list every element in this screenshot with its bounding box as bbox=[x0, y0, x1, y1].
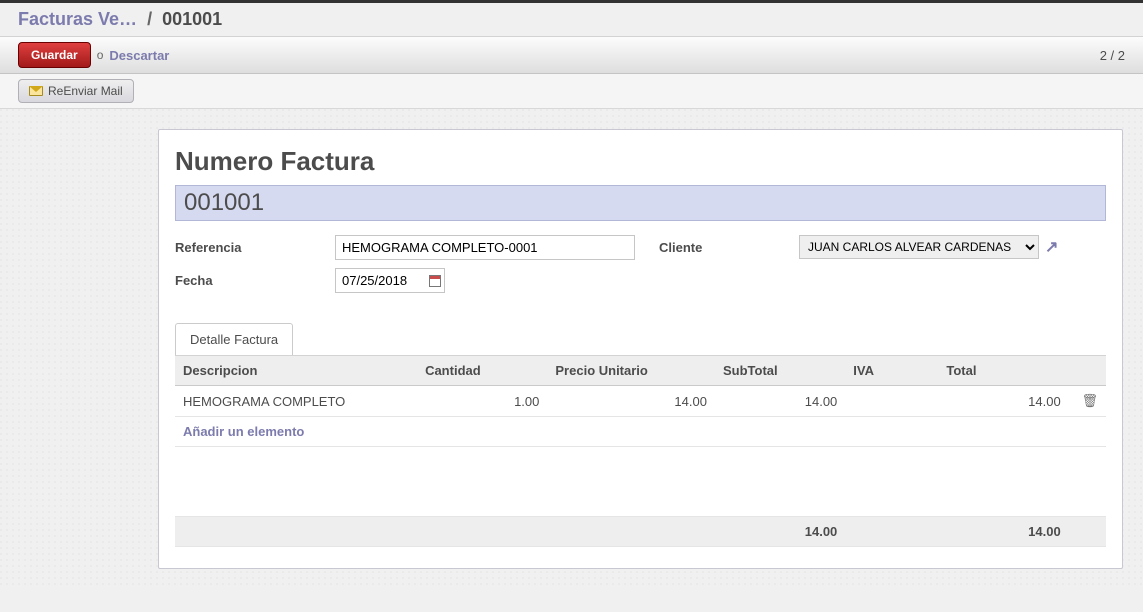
pager-current: 2 bbox=[1100, 48, 1107, 63]
add-item-link[interactable]: Añadir un elemento bbox=[183, 424, 304, 439]
invoice-number-input[interactable] bbox=[175, 185, 1106, 221]
client-label: Cliente bbox=[659, 240, 799, 255]
form-sheet: Numero Factura Referencia Fecha bbox=[158, 129, 1123, 569]
discard-link[interactable]: Descartar bbox=[109, 48, 169, 63]
mail-icon bbox=[29, 86, 43, 96]
cell-quantity[interactable]: 1.00 bbox=[417, 386, 547, 417]
or-text: o bbox=[97, 48, 104, 62]
calendar-icon[interactable] bbox=[429, 275, 441, 287]
reference-label: Referencia bbox=[175, 240, 335, 255]
resend-mail-button[interactable]: ReEnviar Mail bbox=[18, 79, 134, 103]
breadcrumb-separator: / bbox=[142, 9, 157, 29]
tab-detail[interactable]: Detalle Factura bbox=[175, 323, 293, 355]
footer-total: 14.00 bbox=[938, 517, 1068, 547]
cell-subtotal: 14.00 bbox=[715, 386, 845, 417]
date-label: Fecha bbox=[175, 273, 335, 288]
pager-total: 2 bbox=[1118, 48, 1125, 63]
col-iva: IVA bbox=[845, 356, 938, 386]
cell-unit-price[interactable]: 14.00 bbox=[547, 386, 715, 417]
client-select[interactable]: JUAN CARLOS ALVEAR CARDENAS bbox=[799, 235, 1039, 259]
section-title: Numero Factura bbox=[175, 146, 1106, 177]
col-description: Descripcion bbox=[175, 356, 417, 386]
table-row[interactable]: HEMOGRAMA COMPLETO 1.00 14.00 14.00 14.0… bbox=[175, 386, 1106, 417]
col-unit-price: Precio Unitario bbox=[547, 356, 715, 386]
pager-sep: / bbox=[1107, 48, 1118, 63]
save-button[interactable]: Guardar bbox=[18, 42, 91, 68]
cell-iva[interactable] bbox=[845, 386, 938, 417]
cell-description[interactable]: HEMOGRAMA COMPLETO bbox=[175, 386, 417, 417]
action-bar: Guardar o Descartar 2 / 2 bbox=[0, 36, 1143, 74]
secondary-action-bar: ReEnviar Mail bbox=[0, 74, 1143, 109]
trash-icon[interactable]: 🗑 bbox=[1081, 393, 1098, 408]
external-link-icon[interactable]: ↗ bbox=[1045, 237, 1058, 257]
breadcrumb: Facturas Ve… / 001001 bbox=[0, 3, 1143, 36]
footer-row: 14.00 14.00 bbox=[175, 517, 1106, 547]
reference-input[interactable] bbox=[335, 235, 635, 260]
breadcrumb-parent-link[interactable]: Facturas Ve… bbox=[18, 9, 137, 29]
col-subtotal: SubTotal bbox=[715, 356, 845, 386]
pager: 2 / 2 bbox=[1100, 48, 1125, 63]
breadcrumb-current: 001001 bbox=[162, 9, 222, 29]
detail-table: Descripcion Cantidad Precio Unitario Sub… bbox=[175, 355, 1106, 547]
cell-total: 14.00 bbox=[938, 386, 1068, 417]
col-quantity: Cantidad bbox=[417, 356, 547, 386]
resend-mail-label: ReEnviar Mail bbox=[48, 84, 123, 98]
footer-subtotal: 14.00 bbox=[715, 517, 845, 547]
col-total: Total bbox=[938, 356, 1068, 386]
